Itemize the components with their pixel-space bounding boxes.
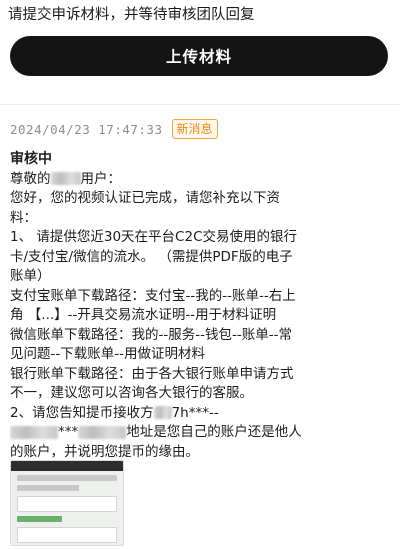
greeting-line: 尊敬的 用户： bbox=[10, 170, 392, 190]
status-title: 审核中 bbox=[10, 151, 52, 167]
thumbnail-row bbox=[17, 485, 79, 491]
thumbnail-panel bbox=[17, 496, 117, 512]
thumbnail-row bbox=[17, 475, 117, 481]
greeting-suffix: 用户： bbox=[80, 170, 122, 187]
redacted-address-part bbox=[78, 425, 127, 439]
message-line: 卡/支付宝/微信的流水。 （需提供PDF版的电子 bbox=[10, 248, 293, 265]
message-line: 1、 请提供您近30天在平台C2C交易使用的银行 bbox=[10, 229, 297, 245]
message-line: 支付宝账单下载路径：支付宝--我的--账单--右上 bbox=[10, 287, 296, 304]
message-timestamp: 2024/04/23 17:47:33 bbox=[10, 121, 163, 137]
recipient-suffix: 7h***-- bbox=[171, 404, 219, 421]
message-meta: 2024/04/23 17:47:33 新消息 bbox=[10, 118, 218, 140]
message-line: 微信账单下载路径：我的--服务--钱包--账单--常 bbox=[10, 326, 292, 343]
recipient-prefix: 2、请您告知提币接收方 bbox=[10, 404, 154, 421]
thumbnail-panel bbox=[17, 527, 117, 543]
address-mid: *** bbox=[58, 424, 79, 440]
image-thumbnail-icon[interactable] bbox=[10, 460, 124, 546]
thumbnail-accent bbox=[17, 516, 62, 522]
appeal-notice-text: 请提交申诉材料，并等待审核团队回复 bbox=[8, 7, 255, 23]
new-message-badge: 新消息 bbox=[171, 119, 218, 139]
message-line: 见问题--下载账单--用做证明材料 bbox=[10, 346, 205, 362]
message-line: 账单） bbox=[10, 268, 51, 284]
redacted-address-part bbox=[153, 406, 172, 419]
thumbnail-header bbox=[11, 461, 123, 471]
message-line: 您好，您的视频认证已完成，请您补充以下资 bbox=[10, 190, 280, 206]
redacted-address-part bbox=[10, 425, 58, 439]
upload-materials-button[interactable]: 上传材料 bbox=[10, 36, 388, 76]
message-body: 审核中 尊敬的 用户： 您好，您的视频认证已完成，请您补充以下资 料： 1、 请提… bbox=[10, 150, 392, 462]
message-line: 角 【...】--开具交易流水证明--用于材料证明 bbox=[10, 307, 277, 323]
redacted-username bbox=[50, 172, 81, 185]
message-line: 料： bbox=[10, 209, 37, 226]
message-line: 不一，建议您可以咨询各大银行的客服。 bbox=[10, 385, 253, 401]
message-line: 银行账单下载路径：由于各大银行账单申请方式 bbox=[10, 365, 294, 382]
greeting-prefix: 尊敬的 bbox=[10, 170, 51, 187]
address-suffix: 地址是您自己的账户还是他人 bbox=[126, 424, 302, 440]
divider bbox=[0, 104, 400, 105]
address-ownership-line: *** 地址是您自己的账户还是他人 bbox=[10, 423, 392, 443]
withdrawal-recipient-line: 2、请您告知提币接收方 7h***-- bbox=[10, 404, 392, 424]
